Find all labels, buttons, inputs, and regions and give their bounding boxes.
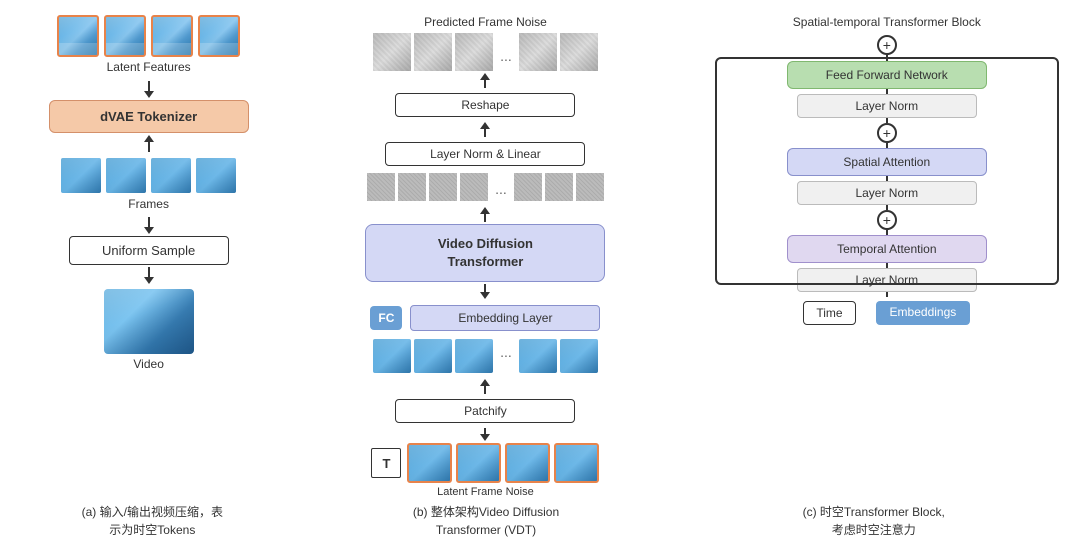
latent-frame-4	[198, 15, 240, 57]
vdt-label-line2: Transformer	[447, 254, 523, 269]
patch-i5	[560, 339, 598, 373]
noise-f5	[560, 33, 598, 71]
caption-b: (b) 整体架构Video Diffusion Transformer (VDT…	[295, 503, 678, 539]
layer-norm-3: Layer Norm	[797, 268, 977, 292]
dots-2: ...	[495, 178, 507, 197]
latent-noise-f4	[554, 443, 599, 483]
latent-frame-noise-label: Latent Frame Noise	[437, 486, 534, 498]
latent-noise-f1	[407, 443, 452, 483]
temporal-attn-box: Temporal Attention	[787, 235, 987, 263]
plus-circle-3: +	[877, 210, 897, 230]
noise-f4	[519, 33, 557, 71]
latent-frame-1	[57, 15, 99, 57]
caption-c: (c) 时空Transformer Block, 考虑时空注意力	[677, 503, 1070, 539]
frames-label: Frames	[128, 197, 169, 211]
caption-a-line2: 示为时空Tokens	[109, 523, 195, 537]
plus-circle-top: +	[877, 35, 897, 55]
gray-p1	[367, 173, 395, 201]
plus-circle-2: +	[877, 123, 897, 143]
gray-p2	[398, 173, 426, 201]
arrow-latent-to-dvae	[144, 81, 154, 98]
fc-embed-row: FC Embedding Layer	[370, 305, 600, 331]
frame-img-3	[151, 158, 191, 193]
video-label: Video	[133, 357, 163, 371]
caption-c-line2: 考虑时空注意力	[832, 523, 916, 537]
gray-patches-row: ...	[367, 173, 604, 201]
predicted-label: Predicted Frame Noise	[424, 15, 547, 29]
gray-p6	[545, 173, 573, 201]
dvae-box: dVAE Tokenizer	[49, 100, 249, 133]
uniform-sample-box: Uniform Sample	[69, 236, 229, 265]
time-box: Time	[803, 301, 855, 325]
caption-a-line1: (a) 输入/输出视频压缩，表	[82, 505, 223, 519]
gray-p5	[514, 173, 542, 201]
layer-norm-2: Layer Norm	[797, 181, 977, 205]
arrow-reshape-to-layernorm	[480, 122, 490, 137]
caption-c-line1: (c) 时空Transformer Block,	[803, 505, 945, 519]
patch-images-row: ...	[373, 339, 598, 373]
latent-frame-3	[151, 15, 193, 57]
latent-features-label: Latent Features	[107, 60, 191, 74]
arrow-noise-to-reshape	[480, 73, 490, 88]
embedding-box: Embedding Layer	[410, 305, 600, 331]
gray-p3	[429, 173, 457, 201]
gray-p7	[576, 173, 604, 201]
latent-frames-bottom	[407, 443, 599, 483]
section-a: Latent Features dVAE Tokenizer Frames Un…	[5, 10, 292, 498]
arrow-frames-to-uniform	[144, 217, 154, 234]
t-box: T	[371, 448, 401, 478]
captions-row: (a) 输入/输出视频压缩，表 示为时空Tokens (b) 整体架构Video…	[0, 498, 1080, 544]
patchify-box: Patchify	[395, 399, 575, 423]
vdt-label-line1: Video Diffusion	[438, 236, 533, 251]
arrow-patches-to-patchify	[480, 379, 490, 394]
patch-i3	[455, 339, 493, 373]
latent-noise-f3	[505, 443, 550, 483]
noise-f2	[414, 33, 452, 71]
section-c-title: Spatial-temporal Transformer Block	[699, 15, 1075, 29]
dots-3: ...	[500, 339, 512, 373]
arrow-uniform-to-video	[144, 267, 154, 284]
patch-i4	[519, 339, 557, 373]
arrow-patchify-to-latent	[480, 428, 490, 441]
vdt-box: Video Diffusion Transformer	[365, 224, 605, 282]
arrow-vdt-to-embed	[480, 284, 490, 299]
patch-i1	[373, 339, 411, 373]
noise-f3	[455, 33, 493, 71]
bottom-inputs-row: Time Embeddings	[803, 301, 970, 325]
section-b: Predicted Frame Noise ... Reshape La	[292, 10, 678, 498]
section-c: Spatial-temporal Transformer Block + Fee…	[679, 10, 1075, 498]
transformer-block-diagram: + Feed Forward Network Layer Norm + Spat…	[737, 35, 1037, 325]
frame-img-2	[106, 158, 146, 193]
ffn-box: Feed Forward Network	[787, 61, 987, 89]
t-latent-row: T	[371, 443, 599, 483]
spatial-attn-box: Spatial Attention	[787, 148, 987, 176]
top-noise-row: ...	[373, 33, 598, 71]
reshape-box: Reshape	[395, 93, 575, 117]
embeddings-box: Embeddings	[876, 301, 971, 325]
latent-frame-2	[104, 15, 146, 57]
conn-9	[886, 292, 888, 297]
fc-box: FC	[370, 306, 402, 330]
frame-img-1	[61, 158, 101, 193]
patch-i2	[414, 339, 452, 373]
latent-noise-f2	[456, 443, 501, 483]
arrow-patches-to-vdt	[480, 207, 490, 222]
caption-a: (a) 输入/输出视频压缩，表 示为时空Tokens	[10, 503, 295, 539]
gray-p4	[460, 173, 488, 201]
latent-frames-row	[57, 15, 240, 57]
video-image	[104, 289, 194, 354]
caption-b-line1: (b) 整体架构Video Diffusion	[413, 505, 559, 519]
layer-norm-1: Layer Norm	[797, 94, 977, 118]
dots-1: ...	[500, 40, 512, 64]
noise-f1	[373, 33, 411, 71]
caption-b-line2: Transformer (VDT)	[436, 523, 536, 537]
layernorm-box: Layer Norm & Linear	[385, 142, 585, 166]
arrow-dvae-to-frames	[144, 135, 154, 152]
frames-images-row	[61, 158, 236, 193]
frame-img-4	[196, 158, 236, 193]
